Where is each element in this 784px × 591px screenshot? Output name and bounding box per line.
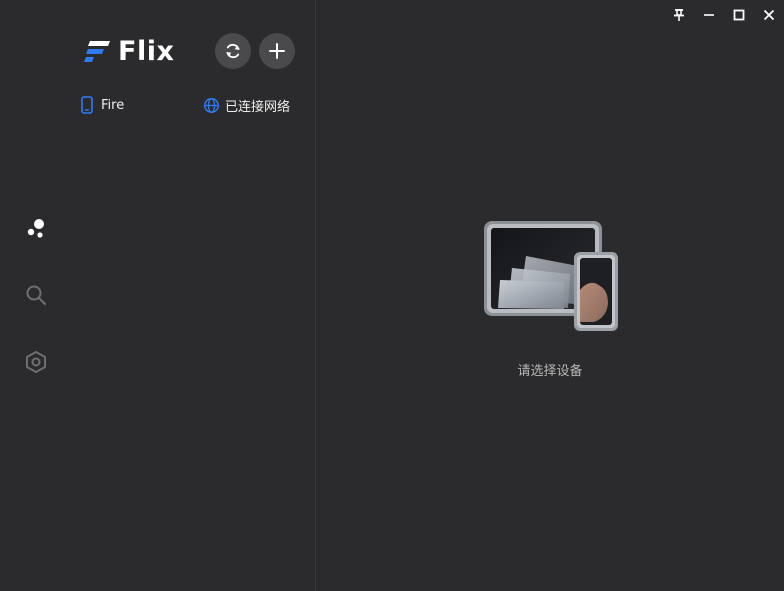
flix-logo-icon bbox=[84, 41, 110, 62]
rail-search-button[interactable] bbox=[16, 275, 56, 315]
app-logo: Flix bbox=[84, 35, 175, 67]
empty-state-message: 请选择设备 bbox=[517, 364, 583, 379]
device-panel: Flix Fire 已连接网络 bbox=[72, 0, 315, 591]
current-device[interactable]: Fire bbox=[80, 95, 124, 115]
devices-illustration bbox=[482, 218, 620, 338]
refresh-button[interactable] bbox=[215, 33, 251, 69]
devices-dots-icon bbox=[27, 219, 44, 238]
settings-hex-icon bbox=[26, 351, 46, 373]
nav-rail bbox=[0, 0, 72, 591]
phone-icon bbox=[81, 96, 93, 114]
main-content: 请选择设备 bbox=[316, 0, 784, 591]
network-status: 已连接网络 bbox=[203, 95, 290, 115]
app-name: Flix bbox=[118, 35, 175, 67]
search-icon bbox=[26, 285, 47, 306]
add-device-button[interactable] bbox=[259, 33, 295, 69]
rail-settings-button[interactable] bbox=[16, 342, 56, 382]
refresh-icon bbox=[226, 43, 240, 59]
plus-icon bbox=[269, 43, 285, 59]
network-status-label: 已连接网络 bbox=[225, 99, 291, 115]
app-window: Flix Fire 已连接网络 请选择设备 bbox=[0, 0, 784, 591]
globe-icon bbox=[203, 97, 220, 113]
device-name: Fire bbox=[101, 97, 125, 113]
rail-devices-button[interactable] bbox=[16, 208, 56, 248]
